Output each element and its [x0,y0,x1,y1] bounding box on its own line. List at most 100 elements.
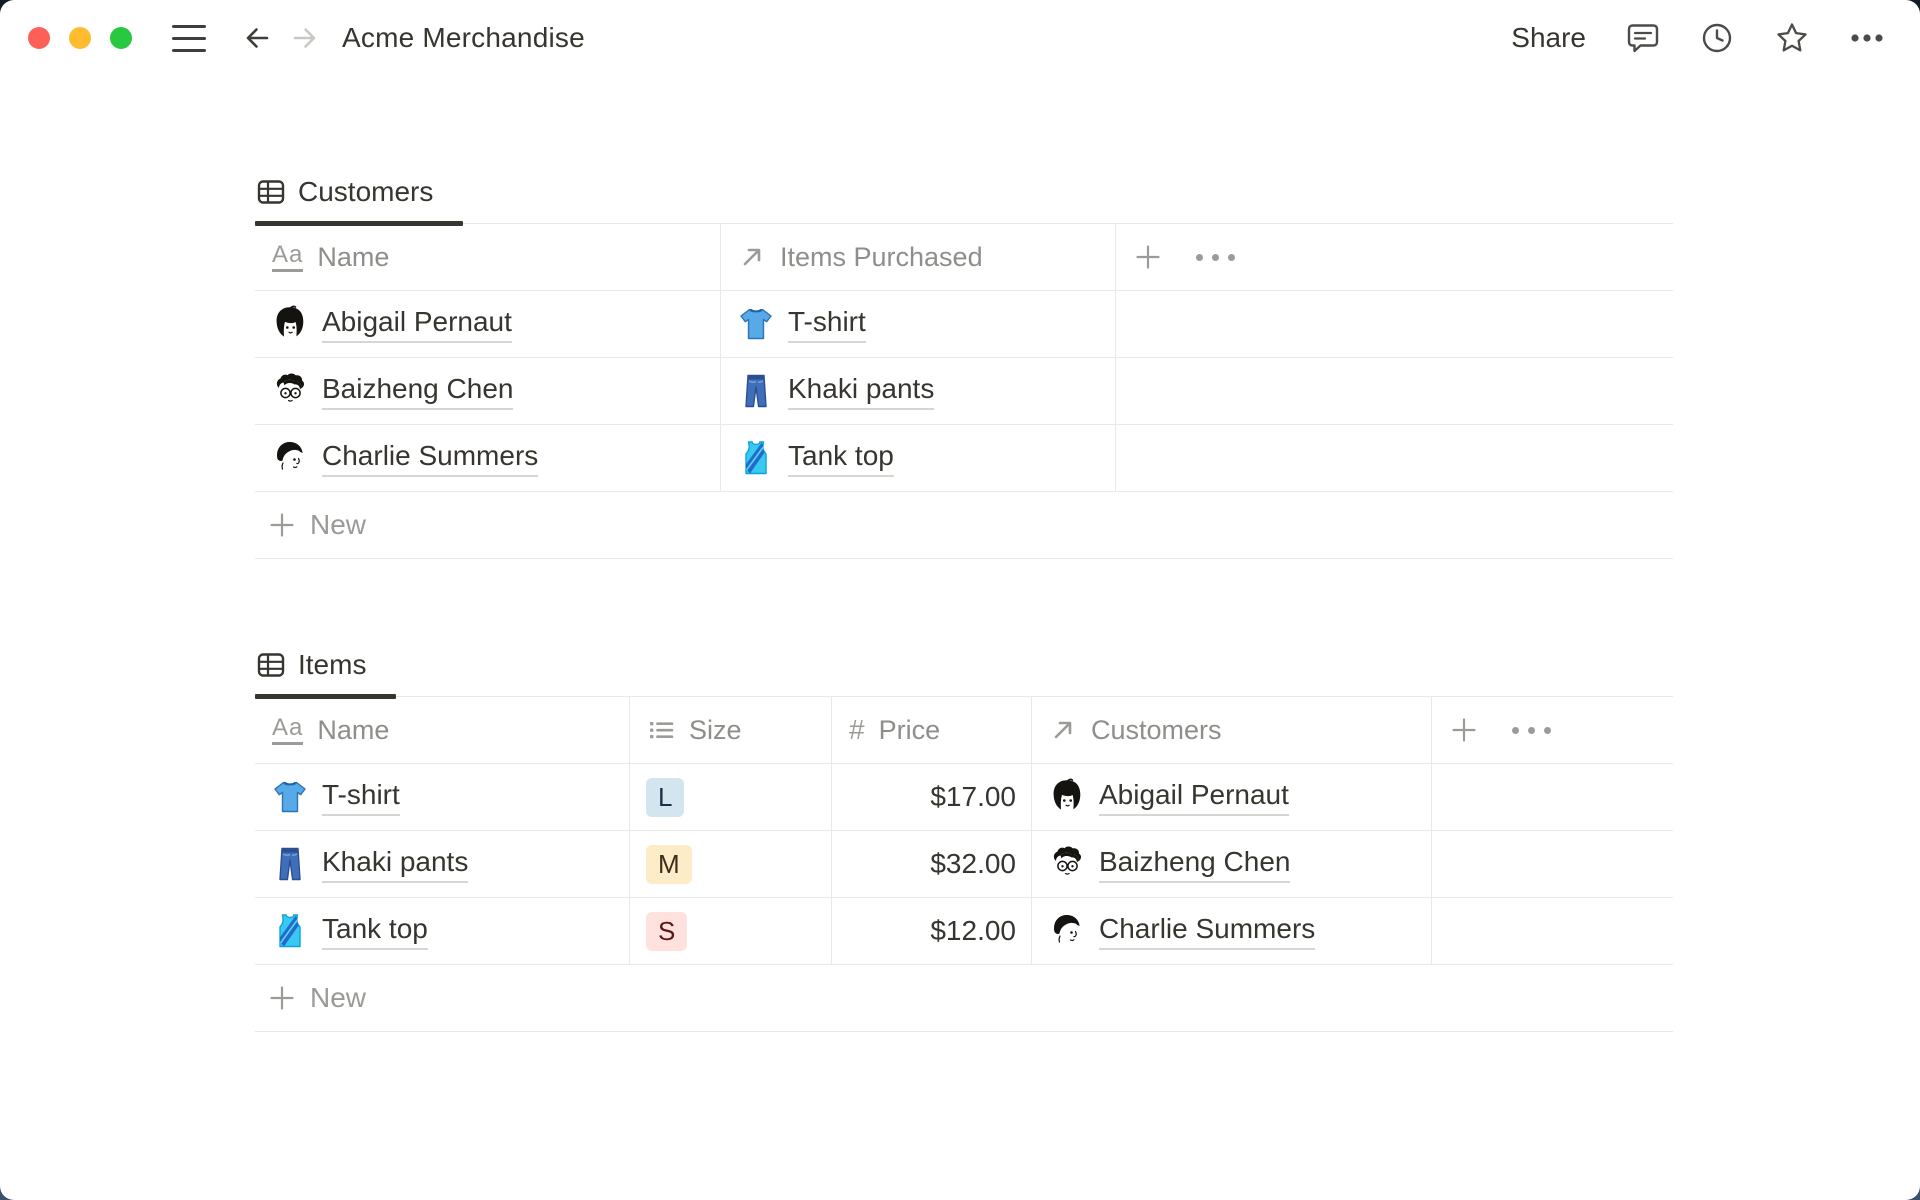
tanktop-icon [271,912,309,950]
price-value: $32.00 [930,848,1016,879]
plus-icon [270,986,294,1010]
table-row: Khaki pants M $32.00 Baizheng Chen [255,831,1673,898]
page-link[interactable]: Charlie Summers [322,440,539,477]
size-tag: S [646,911,688,951]
page-link[interactable]: Khaki pants [322,846,469,883]
zoom-window-button[interactable] [110,27,132,49]
cell-size[interactable]: M [630,831,832,897]
cell-items-purchased: Khaki pants [721,358,1116,424]
items-table-header: Aa Name Size # Price Customers [255,697,1673,764]
abigail-avatar [1049,778,1085,815]
minimize-window-button[interactable] [69,27,91,49]
table-row: Charlie Summers Tank top [255,425,1673,492]
number-property-icon: # [849,714,865,745]
cell-empty [1432,831,1673,897]
add-column-icon[interactable] [1449,715,1479,745]
share-button[interactable]: Share [1511,22,1586,54]
column-header-name[interactable]: Aa Name [255,224,721,290]
relation-link[interactable]: Tank top [788,440,894,477]
sidebar-menu-icon[interactable] [172,24,206,52]
price-value: $17.00 [930,781,1016,812]
table-options-icon[interactable] [1196,253,1235,261]
page-title[interactable]: Acme Merchandise [342,22,585,54]
page-link[interactable]: Abigail Pernaut [322,306,512,343]
jeans-icon [745,374,767,408]
price-value: $12.00 [930,915,1016,946]
customers-view-tabs: Customers [255,160,1673,226]
cell-item-name: Khaki pants [255,831,630,897]
relation-link[interactable]: T-shirt [788,306,866,343]
cell-customers: Charlie Summers [1032,898,1432,964]
tab-label: Customers [298,175,434,207]
table-row: Baizheng Chen Khaki pants [255,358,1673,425]
table-row: Tank top S $12.00 Charlie Summers [255,898,1673,965]
column-label: Items Purchased [780,241,983,272]
cell-customer-name: Baizheng Chen [255,358,721,424]
traffic-lights [28,27,132,49]
relation-link[interactable]: Khaki pants [788,373,935,410]
cell-items-purchased: Tank top [721,425,1116,491]
column-label: Name [317,714,390,745]
column-header-price[interactable]: # Price [832,697,1032,763]
close-window-button[interactable] [28,27,50,49]
tab-label: Items [298,648,367,680]
back-button[interactable] [242,23,272,53]
column-header-name[interactable]: Aa Name [255,697,630,763]
more-options-button[interactable] [1850,33,1884,43]
customers-table-header: Aa Name Items Purchased [255,224,1673,291]
customers-new-row-button[interactable]: New [255,492,1673,559]
history-clock-button[interactable] [1700,21,1734,55]
comments-button[interactable] [1626,21,1660,55]
cell-customers: Baizheng Chen [1032,831,1432,897]
cell-price[interactable]: $12.00 [832,898,1032,964]
items-header-actions [1432,697,1673,763]
page-link[interactable]: T-shirt [322,779,400,816]
table-view-icon [257,652,285,677]
relation-property-icon [1054,721,1072,739]
page-link[interactable]: Baizheng Chen [322,373,514,410]
column-label: Customers [1091,714,1222,745]
title-bar: Acme Merchandise Share [0,0,1920,76]
page-link[interactable]: Tank top [322,913,428,950]
cell-size[interactable]: S [630,898,832,964]
items-database: Items Aa Name Size # Price Customers T-s… [255,633,1673,1032]
relation-link[interactable]: Abigail Pernaut [1099,779,1289,816]
cell-customer-name: Abigail Pernaut [255,291,721,357]
cell-empty [1116,358,1673,424]
new-row-label: New [310,509,367,540]
app-window: Acme Merchandise Share Customers Aa Name… [0,0,1920,1200]
cell-empty [1116,425,1673,491]
plus-icon [270,513,294,537]
relation-link[interactable]: Baizheng Chen [1099,846,1291,883]
forward-button[interactable] [290,23,320,53]
cell-empty [1432,764,1673,830]
tshirt-icon [740,308,772,340]
cell-customer-name: Charlie Summers [255,425,721,491]
size-tag: M [646,844,692,884]
cell-item-name: T-shirt [255,764,630,830]
cell-items-purchased: T-shirt [721,291,1116,357]
charlie-avatar [272,440,308,476]
cell-item-name: Tank top [255,898,630,964]
relation-link[interactable]: Charlie Summers [1099,913,1316,950]
tab-items-table-view[interactable]: Items [255,633,397,699]
tab-customers-table-view[interactable]: Customers [255,160,464,226]
tanktop-icon [737,439,775,477]
table-row: T-shirt L $17.00 Abigail Pernaut [255,764,1673,831]
favorite-star-button[interactable] [1774,20,1810,56]
jeans-icon [279,847,301,881]
cell-price[interactable]: $17.00 [832,764,1032,830]
add-column-icon[interactable] [1133,242,1163,272]
charlie-avatar [1049,913,1085,949]
cell-price[interactable]: $32.00 [832,831,1032,897]
table-row: Abigail Pernaut T-shirt [255,291,1673,358]
table-options-icon[interactable] [1512,726,1551,734]
items-new-row-button[interactable]: New [255,965,1673,1032]
select-property-icon [648,720,674,740]
cell-size[interactable]: L [630,764,832,830]
new-row-label: New [310,982,367,1013]
column-header-customers[interactable]: Customers [1032,697,1432,763]
column-header-items-purchased[interactable]: Items Purchased [721,224,1116,290]
column-header-size[interactable]: Size [630,697,832,763]
customers-database: Customers Aa Name Items Purchased Abigai… [255,160,1673,559]
